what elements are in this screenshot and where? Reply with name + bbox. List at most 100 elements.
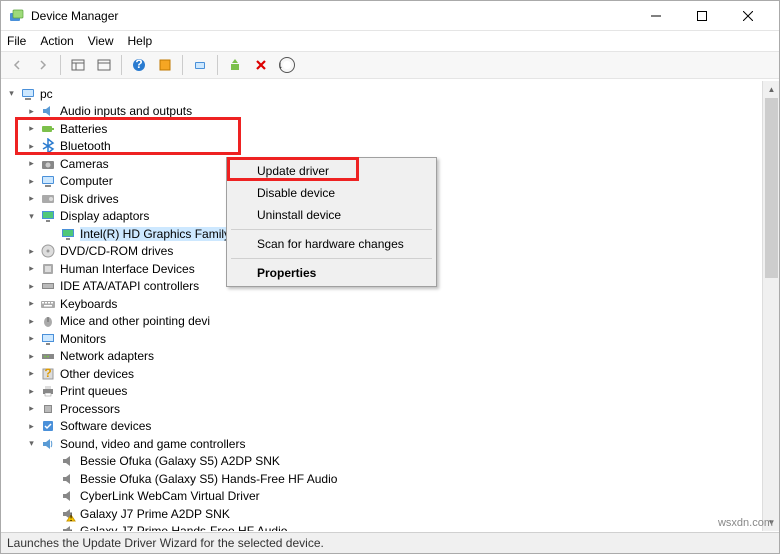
tree-node-snd_a[interactable]: Bessie Ofuka (Galaxy S5) A2DP SNK [1,453,761,471]
expand-icon[interactable]: ▸ [25,402,38,415]
disable-button[interactable] [275,53,299,77]
collapse-icon[interactable]: ▾ [25,437,38,450]
ctx-update-driver[interactable]: Update driver [229,160,434,182]
tree-node-software[interactable]: ▸ Software devices [1,418,761,436]
expand-icon[interactable]: ▸ [25,105,38,118]
context-menu: Update driver Disable device Uninstall d… [226,157,437,287]
tree-node-snd_d[interactable]: ! Galaxy J7 Prime A2DP SNK [1,505,761,523]
separator [182,55,183,75]
tree-node-keyboards[interactable]: ▸Keyboards [1,295,761,313]
menu-view[interactable]: View [88,34,114,48]
tree-node-batteries[interactable]: ▸ Batteries [1,120,761,138]
expand-icon[interactable]: ▸ [25,350,38,363]
collapse-icon[interactable]: ▾ [25,210,38,223]
expand-icon[interactable]: ▸ [25,245,38,258]
properties-button[interactable] [92,53,116,77]
maximize-button[interactable] [679,1,725,31]
expand-icon[interactable]: ▸ [25,157,38,170]
minimize-button[interactable] [633,1,679,31]
node-label: Network adapters [60,349,154,363]
computer-icon [20,86,36,102]
update-driver-button[interactable] [223,53,247,77]
scroll-up-arrow[interactable]: ▲ [763,81,780,98]
menu-action[interactable]: Action [40,34,73,48]
tree-node-snd_c[interactable]: CyberLink WebCam Virtual Driver [1,488,761,506]
sound-device-icon [60,488,76,504]
node-label: Bluetooth [60,139,111,153]
software-icon [40,418,56,434]
help-button[interactable]: ? [127,53,151,77]
ctx-properties[interactable]: Properties [229,262,434,284]
tree-node-processors[interactable]: ▸Processors [1,400,761,418]
node-label: Batteries [60,122,107,136]
expand-icon[interactable]: ▸ [25,297,38,310]
app-icon [9,8,25,24]
svg-text:!: ! [69,510,72,522]
expand-icon[interactable]: ▸ [25,262,38,275]
forward-button[interactable] [31,53,55,77]
expand-icon[interactable]: ▸ [25,175,38,188]
menu-help[interactable]: Help [128,34,153,48]
expand-icon[interactable]: ▸ [25,385,38,398]
tree-node-snd_e[interactable]: !Galaxy J7 Prime Hands-Free HF Audio [1,523,761,532]
menu-file[interactable]: File [7,34,26,48]
tree-node-bluetooth[interactable]: ▸ Bluetooth [1,138,761,156]
monitors-icon [40,331,56,347]
device-tree[interactable]: ▾ pc ▸Audio inputs and outputs▸Batteries… [1,81,761,531]
expand-icon[interactable]: ▸ [25,332,38,345]
node-label: Galaxy J7 Prime Hands-Free HF Audio [80,524,287,531]
sound-icon [40,436,56,452]
expand-icon[interactable]: ▸ [25,420,38,433]
expand-icon[interactable]: ▸ [25,315,38,328]
node-label: Human Interface Devices [60,262,195,276]
node-label: Computer [60,174,113,188]
computer-icon [40,173,56,189]
tree-node-sound[interactable]: ▾ Sound, video and game controllers [1,435,761,453]
uninstall-button[interactable] [249,53,273,77]
node-label: Bessie Ofuka (Galaxy S5) A2DP SNK [80,454,280,468]
node-label: Disk drives [60,192,119,206]
back-button[interactable] [5,53,29,77]
scroll-thumb[interactable] [765,98,778,278]
svg-text:?: ? [135,58,142,71]
node-label: Galaxy J7 Prime A2DP SNK [80,507,230,521]
tree-node-other[interactable]: ▸?Other devices [1,365,761,383]
vertical-scrollbar[interactable]: ▲ ▼ [762,81,779,531]
sound-device-icon [60,453,76,469]
batteries-icon [40,121,56,137]
ctx-uninstall-device[interactable]: Uninstall device [229,204,434,226]
node-label: Mice and other pointing devi [60,314,210,328]
status-bar: Launches the Update Driver Wizard for th… [1,532,779,553]
expand-icon[interactable]: ▸ [25,140,38,153]
expand-icon[interactable]: ▸ [25,367,38,380]
show-hide-tree-button[interactable] [66,53,90,77]
sound-device-icon: ! [60,506,76,522]
expand-icon[interactable]: ▸ [25,122,38,135]
bluetooth-icon [40,138,56,154]
tree-node-audio[interactable]: ▸Audio inputs and outputs [1,103,761,121]
window-title: Device Manager [31,9,633,23]
tree-root[interactable]: ▾ pc [1,85,761,103]
collapse-icon[interactable]: ▾ [5,87,18,100]
node-label: Intel(R) HD Graphics Family [80,227,230,241]
node-label: Software devices [60,419,151,433]
node-label: Bessie Ofuka (Galaxy S5) Hands-Free HF A… [80,472,337,486]
tree-node-print[interactable]: ▸Print queues [1,383,761,401]
action-button[interactable] [153,53,177,77]
disk-icon [40,191,56,207]
scan-button[interactable] [188,53,212,77]
tree-node-network[interactable]: ▸ Network adapters [1,348,761,366]
tree-node-monitors[interactable]: ▸Monitors [1,330,761,348]
tree-node-mice[interactable]: ▸ Mice and other pointing devi [1,313,761,331]
expand-icon[interactable]: ▸ [25,280,38,293]
expand-icon[interactable]: ▸ [25,192,38,205]
separator [231,229,432,230]
tree-node-snd_b[interactable]: Bessie Ofuka (Galaxy S5) Hands-Free HF A… [1,470,761,488]
node-label: Sound, video and game controllers [60,437,245,451]
ctx-disable-device[interactable]: Disable device [229,182,434,204]
mice-icon [40,313,56,329]
close-button[interactable] [725,1,771,31]
ctx-scan-hardware[interactable]: Scan for hardware changes [229,233,434,255]
dvd-icon [40,243,56,259]
separator [60,55,61,75]
